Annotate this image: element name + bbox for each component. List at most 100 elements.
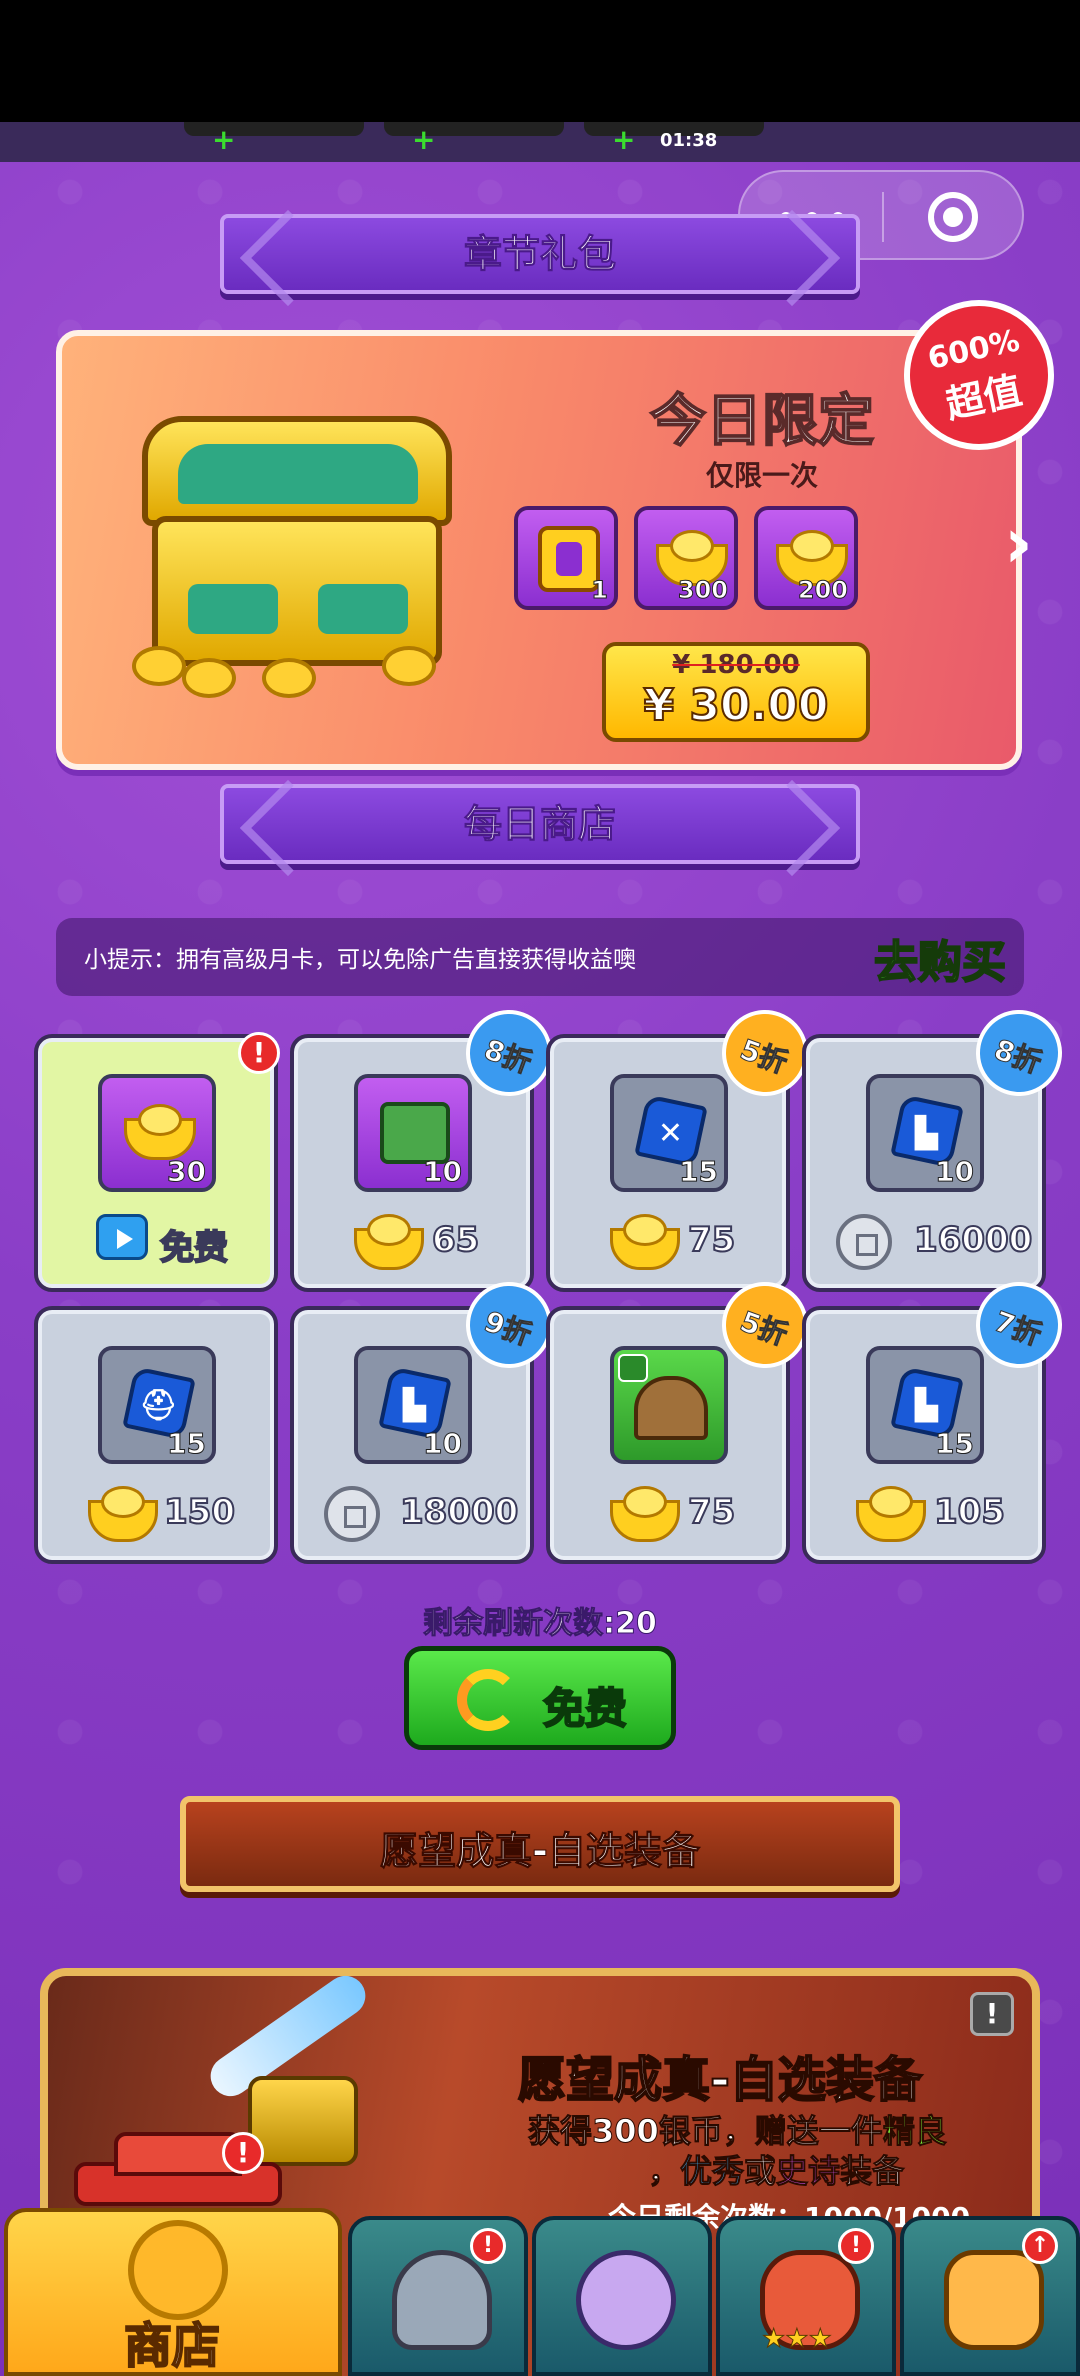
price-row: 105 xyxy=(806,1486,1042,1542)
chapter-pack-banner: 章节礼包 xyxy=(220,214,860,294)
item-qty: 15 xyxy=(167,1427,207,1461)
price-row: 75 xyxy=(550,1214,786,1270)
reward-item[interactable]: 1 xyxy=(514,506,618,610)
tab-battle[interactable] xyxy=(532,2216,712,2376)
price-label: 75 xyxy=(687,1491,736,1533)
daily-shop-title: 每日商店 xyxy=(463,802,616,847)
item-box: ▙ 10 xyxy=(354,1346,472,1464)
item-box: ▙ 10 xyxy=(866,1074,984,1192)
stars-icon: ★★★ xyxy=(762,2324,833,2355)
fist-upgrade-icon xyxy=(944,2250,1044,2350)
item-box: 30 xyxy=(98,1074,216,1192)
wish-desc-suffix: 装备 xyxy=(840,2152,905,2191)
tv-icon xyxy=(96,1214,148,1260)
price-label: 150 xyxy=(163,1491,236,1533)
resource-pill xyxy=(384,122,564,136)
shop-item[interactable]: ▙ 15 105 7折 xyxy=(802,1269,1075,1564)
gold-ingot-icon xyxy=(610,1486,680,1542)
shop-item[interactable]: 75 5折 xyxy=(546,1269,821,1564)
shop-item[interactable]: 30 免费 ! xyxy=(34,1032,280,1292)
next-arrow-icon[interactable]: › xyxy=(1004,508,1050,578)
close-target-icon[interactable] xyxy=(928,192,978,242)
wish-banner: 愿望成真-自选装备 xyxy=(180,1796,900,1892)
reward-item[interactable]: 300 xyxy=(634,506,738,610)
shop-item[interactable]: ✕ 15 75 5折 xyxy=(546,997,821,1292)
reward-qty: 1 xyxy=(591,576,609,605)
upgrade-arrow-icon: ↑ xyxy=(1022,2228,1058,2264)
price-label: 16000 xyxy=(913,1219,1033,1261)
refresh-icon xyxy=(457,1669,519,1731)
daily-shop-banner: 每日商店 xyxy=(220,784,860,864)
reward-qty: 300 xyxy=(677,576,728,605)
gold-ingot-icon xyxy=(354,1214,424,1270)
reward-item[interactable]: 200 xyxy=(754,506,858,610)
resource-pill xyxy=(184,122,364,136)
shop-item[interactable]: ▙ 10 18000 9折 xyxy=(290,1269,565,1564)
item-qty: 10 xyxy=(423,1427,463,1461)
item-qty: 15 xyxy=(679,1155,719,1189)
item-qty: 10 xyxy=(423,1155,463,1189)
alert-icon: ! xyxy=(838,2228,874,2264)
quality-excellent: 优秀 xyxy=(680,2152,745,2191)
gold-ingot-icon xyxy=(656,530,728,586)
price-label: 105 xyxy=(933,1491,1006,1533)
quality-epic: 史诗 xyxy=(776,2152,841,2191)
free-refresh-label: 免费 xyxy=(542,1683,628,1734)
gold-ingot-icon xyxy=(610,1214,680,1270)
wish-banner-title: 愿望成真-自选装备 xyxy=(380,1829,701,1874)
energy-timer: 01:38 xyxy=(660,130,718,151)
hut-icon xyxy=(634,1376,708,1440)
tab-shop-label: 商店 xyxy=(123,2317,221,2375)
item-box: ✕ 15 xyxy=(610,1074,728,1192)
tip-text: 小提示：拥有高级月卡，可以免除广告直接获得收益噢 xyxy=(84,947,636,973)
item-qty: 15 xyxy=(935,1427,975,1461)
helmet-icon xyxy=(392,2250,492,2350)
tab-heroes[interactable]: ★★★ ! xyxy=(716,2216,896,2376)
silver-coin-icon xyxy=(836,1214,892,1270)
screen: + + + 01:38 章节礼包 今日限定 仅限一次 1 300 200 ¥ 1… xyxy=(0,0,1080,2376)
shop-coin-icon xyxy=(128,2220,228,2320)
price-row: 65 xyxy=(294,1214,530,1270)
gold-ingot-icon xyxy=(88,1486,158,1542)
tab-shop[interactable]: 商店 ! xyxy=(4,2132,342,2376)
price-label: 免费 xyxy=(159,1227,229,1269)
price-row: 16000 xyxy=(806,1214,1042,1270)
chapter-pack-title: 章节礼包 xyxy=(463,232,616,277)
quality-fine: 精良 xyxy=(882,2112,947,2151)
plus-icon[interactable]: + xyxy=(412,126,435,154)
shop-item[interactable]: ▙ 10 16000 8折 xyxy=(802,997,1075,1292)
price-row: 18000 xyxy=(294,1486,530,1542)
sale-price: ¥ 30.00 xyxy=(642,679,829,732)
price-label: 75 xyxy=(687,1219,736,1261)
alert-icon: ! xyxy=(470,2228,506,2264)
item-tag-icon xyxy=(618,1354,648,1382)
item-box xyxy=(610,1346,728,1464)
info-icon[interactable]: ! xyxy=(970,1992,1014,2036)
shop-item[interactable]: ⛑ 15 150 xyxy=(34,1306,278,1564)
game-view: + + + 01:38 章节礼包 今日限定 仅限一次 1 300 200 ¥ 1… xyxy=(0,122,1080,2376)
reward-qty: 200 xyxy=(797,576,848,605)
plus-icon[interactable]: + xyxy=(612,126,635,154)
buy-monthly-card-link[interactable]: 去购买 xyxy=(873,926,1007,990)
tab-equipment[interactable]: ! xyxy=(348,2216,528,2376)
refresh-count: 剩余刷新次数:20 xyxy=(423,1606,658,1642)
tab-upgrade[interactable]: ↑ xyxy=(900,2216,1080,2376)
wish-desc-prefix: 获得300银币，赠送一件 xyxy=(528,2112,884,2151)
free-refresh-button[interactable]: 免费 xyxy=(404,1646,676,1750)
resource-strip: + + + 01:38 xyxy=(0,122,1080,162)
price-row: 150 xyxy=(38,1486,274,1542)
capsule-divider xyxy=(882,192,884,242)
item-box: ⛑ 15 xyxy=(98,1346,216,1464)
shield-icon xyxy=(576,2250,676,2350)
item-qty: 10 xyxy=(935,1155,975,1189)
offer-buy-button[interactable]: ¥ 180.00 ¥ 30.00 xyxy=(602,642,870,742)
price-label: 65 xyxy=(431,1219,480,1261)
wish-desc-or: 或 xyxy=(744,2152,777,2191)
alert-icon: ! xyxy=(238,1032,280,1074)
gold-ingot-icon xyxy=(776,530,848,586)
wish-desc-comma: ， xyxy=(647,2152,681,2191)
item-box: 10 xyxy=(354,1074,472,1192)
gold-ingot-icon xyxy=(856,1486,926,1542)
plus-icon[interactable]: + xyxy=(212,126,235,154)
shop-item[interactable]: 10 65 8折 xyxy=(290,997,565,1292)
